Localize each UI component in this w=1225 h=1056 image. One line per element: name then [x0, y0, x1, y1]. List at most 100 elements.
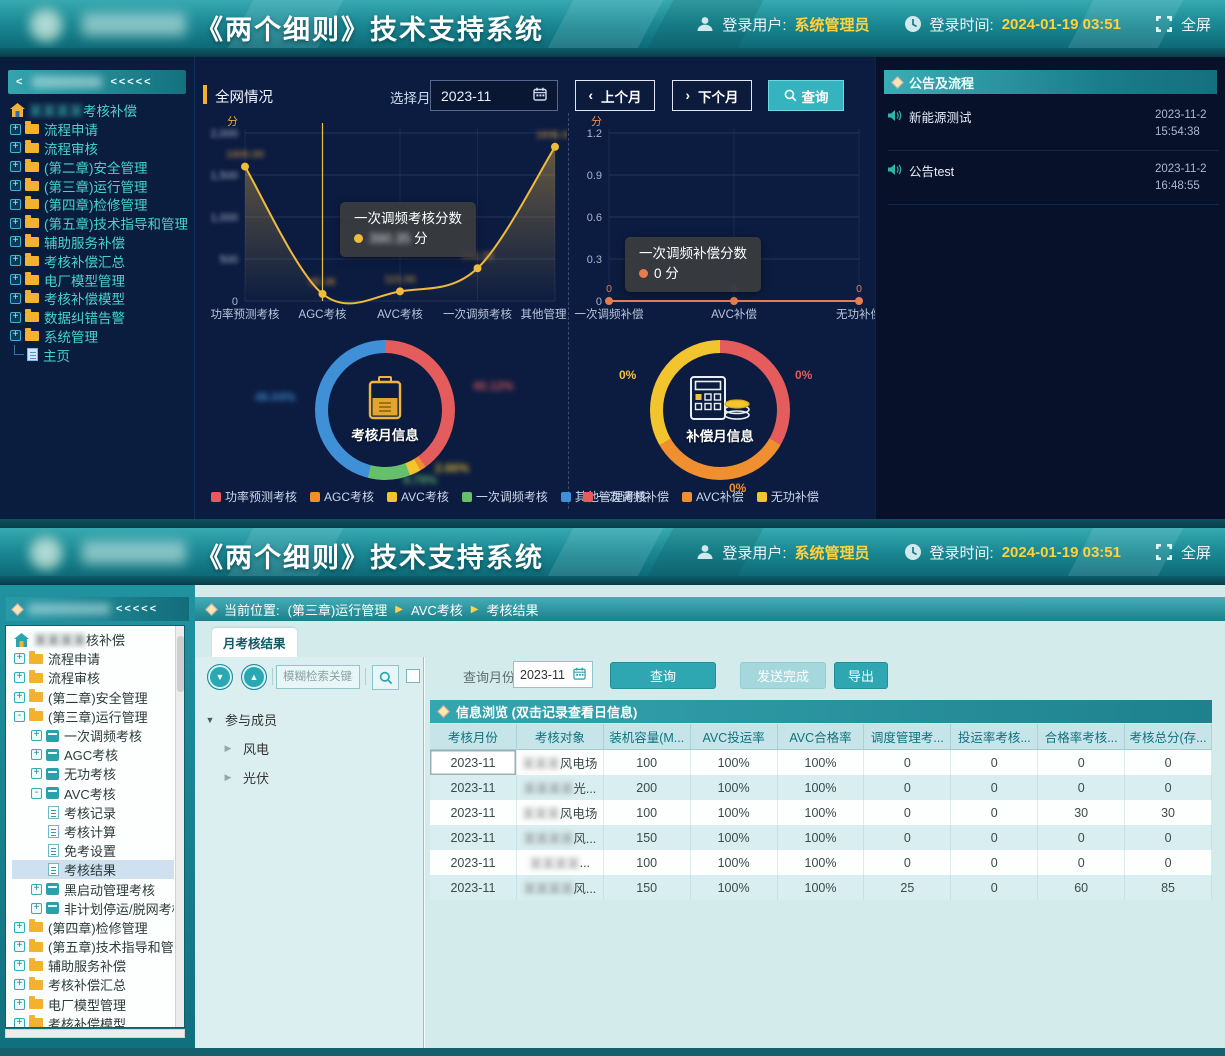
fullscreen-icon[interactable]: [1155, 543, 1173, 561]
expand-icon[interactable]: +: [10, 274, 21, 285]
legend-item[interactable]: AGC考核: [310, 488, 374, 505]
sidebar-item-node[interactable]: 考核结果: [12, 860, 174, 879]
cell-value[interactable]: 30: [1125, 800, 1212, 825]
sidebar-item[interactable]: +流程审核: [10, 139, 192, 158]
table-row[interactable]: 2023-11某某某风电场100100%100%003030: [430, 800, 1212, 825]
sidebar-item-node[interactable]: +考核补偿汇总: [12, 975, 174, 994]
sidebar-item-node[interactable]: +流程申请: [12, 649, 174, 668]
sidebar-item-node[interactable]: +非计划停运/脱网考核: [12, 899, 174, 918]
cell-value[interactable]: 100: [604, 800, 691, 825]
column-header[interactable]: 装机容量(M...: [604, 724, 691, 749]
fullscreen-icon[interactable]: [1155, 15, 1173, 33]
expand-icon[interactable]: +: [10, 218, 21, 229]
expand-icon[interactable]: +: [10, 293, 21, 304]
sidebar-item[interactable]: +流程申请: [10, 120, 192, 139]
cell-value[interactable]: 0: [951, 825, 1038, 850]
collapse-icon[interactable]: -: [14, 711, 25, 722]
sidebar-item-node[interactable]: +黑启动管理考核: [12, 879, 174, 898]
cell-value[interactable]: 100%: [778, 775, 865, 800]
expand-icon[interactable]: +: [14, 960, 25, 971]
announcement-item[interactable]: 公告test2023-11-216:48:55: [888, 151, 1219, 205]
sidebar-item-node[interactable]: +流程审核: [12, 668, 174, 687]
cell-value[interactable]: 150: [604, 875, 691, 900]
sidebar-item-node[interactable]: +辅助服务补偿: [12, 956, 174, 975]
export-button[interactable]: 导出: [834, 662, 888, 689]
cell-target[interactable]: 某某某风电场: [517, 800, 604, 825]
next-month-button[interactable]: ›下个月: [672, 80, 752, 111]
cell-value[interactable]: 100%: [778, 850, 865, 875]
query-button[interactable]: 查询: [768, 80, 844, 111]
table-row[interactable]: 2023-11某某某风电场100100%100%0000: [430, 750, 1212, 775]
triangle-right-icon[interactable]: ▶: [223, 772, 233, 783]
cell-value[interactable]: 100%: [691, 875, 778, 900]
cell-value[interactable]: 0: [1125, 750, 1212, 775]
cell-target[interactable]: 某某某风电场: [517, 750, 604, 775]
sidebar-item-node[interactable]: 免考设置: [12, 841, 174, 860]
sidebar-item-node[interactable]: 考核计算: [12, 822, 174, 841]
member-tree-root[interactable]: ▼参与成员: [205, 705, 417, 734]
cell-value[interactable]: 0: [1038, 850, 1125, 875]
cell-value[interactable]: 30: [1038, 800, 1125, 825]
expand-icon[interactable]: +: [10, 330, 21, 341]
breadcrumb-part[interactable]: 考核结果: [486, 600, 538, 619]
announcement-item[interactable]: 新能源测试2023-11-215:54:38: [888, 97, 1219, 151]
sidebar-item[interactable]: +(第五章)技术指导和管理: [10, 214, 192, 233]
expand-icon[interactable]: +: [10, 199, 21, 210]
sidebar-item-node[interactable]: +(第二章)安全管理: [12, 688, 174, 707]
legend-item[interactable]: AVC考核: [387, 488, 449, 505]
legend-item[interactable]: 一次调频补偿: [583, 488, 669, 505]
expand-icon[interactable]: +: [31, 884, 42, 895]
table-query-button[interactable]: 查询: [610, 662, 716, 689]
cell-month[interactable]: 2023-11: [430, 850, 517, 875]
cell-value[interactable]: 100%: [778, 750, 865, 775]
sidebar-item-root[interactable]: 某某某某考核补偿: [10, 101, 192, 120]
table-row[interactable]: 2023-11某某某某风...150100%100%2506085: [430, 875, 1212, 900]
column-header[interactable]: 调度管理考...: [864, 724, 951, 749]
table-row[interactable]: 2023-11某某某某...100100%100%0000: [430, 850, 1212, 875]
sidebar-header[interactable]: < <<<<<: [8, 70, 186, 94]
expand-icon[interactable]: +: [10, 255, 21, 266]
cell-value[interactable]: 60: [1038, 875, 1125, 900]
cell-target[interactable]: 某某某某...: [517, 850, 604, 875]
cell-value[interactable]: 0: [1125, 825, 1212, 850]
sidebar-item[interactable]: +(第三章)运行管理: [10, 176, 192, 195]
triangle-down-icon[interactable]: ▼: [205, 715, 215, 725]
cell-value[interactable]: 0: [951, 800, 1038, 825]
expand-icon[interactable]: +: [31, 749, 42, 760]
sidebar-item-node[interactable]: -AVC考核: [12, 784, 174, 803]
member-tree-item[interactable]: ▶风电: [205, 734, 417, 763]
cell-value[interactable]: 100%: [691, 775, 778, 800]
cell-month[interactable]: 2023-11: [430, 875, 517, 900]
cell-value[interactable]: 100%: [691, 825, 778, 850]
vertical-scrollbar[interactable]: [175, 626, 184, 1027]
cell-value[interactable]: 0: [951, 750, 1038, 775]
column-header[interactable]: 考核月份: [430, 724, 517, 749]
sidebar-item-node[interactable]: +一次调频考核: [12, 726, 174, 745]
sidebar-item[interactable]: +电厂模型管理: [10, 270, 192, 289]
sidebar-item-node[interactable]: +(第四章)检修管理: [12, 918, 174, 937]
cell-value[interactable]: 0: [864, 750, 951, 775]
cell-value[interactable]: 0: [951, 850, 1038, 875]
calendar-icon[interactable]: [573, 667, 586, 683]
sidebar-header[interactable]: <<<<<: [6, 597, 189, 621]
expand-icon[interactable]: +: [14, 692, 25, 703]
cell-value[interactable]: 0: [1038, 775, 1125, 800]
member-tree-item[interactable]: ▶光伏: [205, 763, 417, 792]
cell-value[interactable]: 100%: [778, 825, 865, 850]
table-row[interactable]: 2023-11某某某某光...200100%100%0000: [430, 775, 1212, 800]
cell-value[interactable]: 0: [951, 775, 1038, 800]
sidebar-item[interactable]: +系统管理: [10, 327, 192, 346]
expand-icon[interactable]: +: [31, 768, 42, 779]
query-month-input[interactable]: 2023-11: [513, 661, 593, 688]
sidebar-item[interactable]: +(第四章)检修管理: [10, 195, 192, 214]
legend-item[interactable]: 功率预测考核: [211, 488, 297, 505]
cell-value[interactable]: 85: [1125, 875, 1212, 900]
cell-value[interactable]: 25: [864, 875, 951, 900]
cell-value[interactable]: 0: [1038, 750, 1125, 775]
expand-icon[interactable]: +: [10, 124, 21, 135]
cell-value[interactable]: 100%: [691, 850, 778, 875]
sidebar-item-node[interactable]: +考核补偿模型: [12, 1014, 174, 1028]
column-header[interactable]: 考核总分(存...: [1125, 724, 1212, 749]
sidebar-item-node[interactable]: +无功考核: [12, 764, 174, 783]
column-header[interactable]: AVC合格率: [778, 724, 865, 749]
